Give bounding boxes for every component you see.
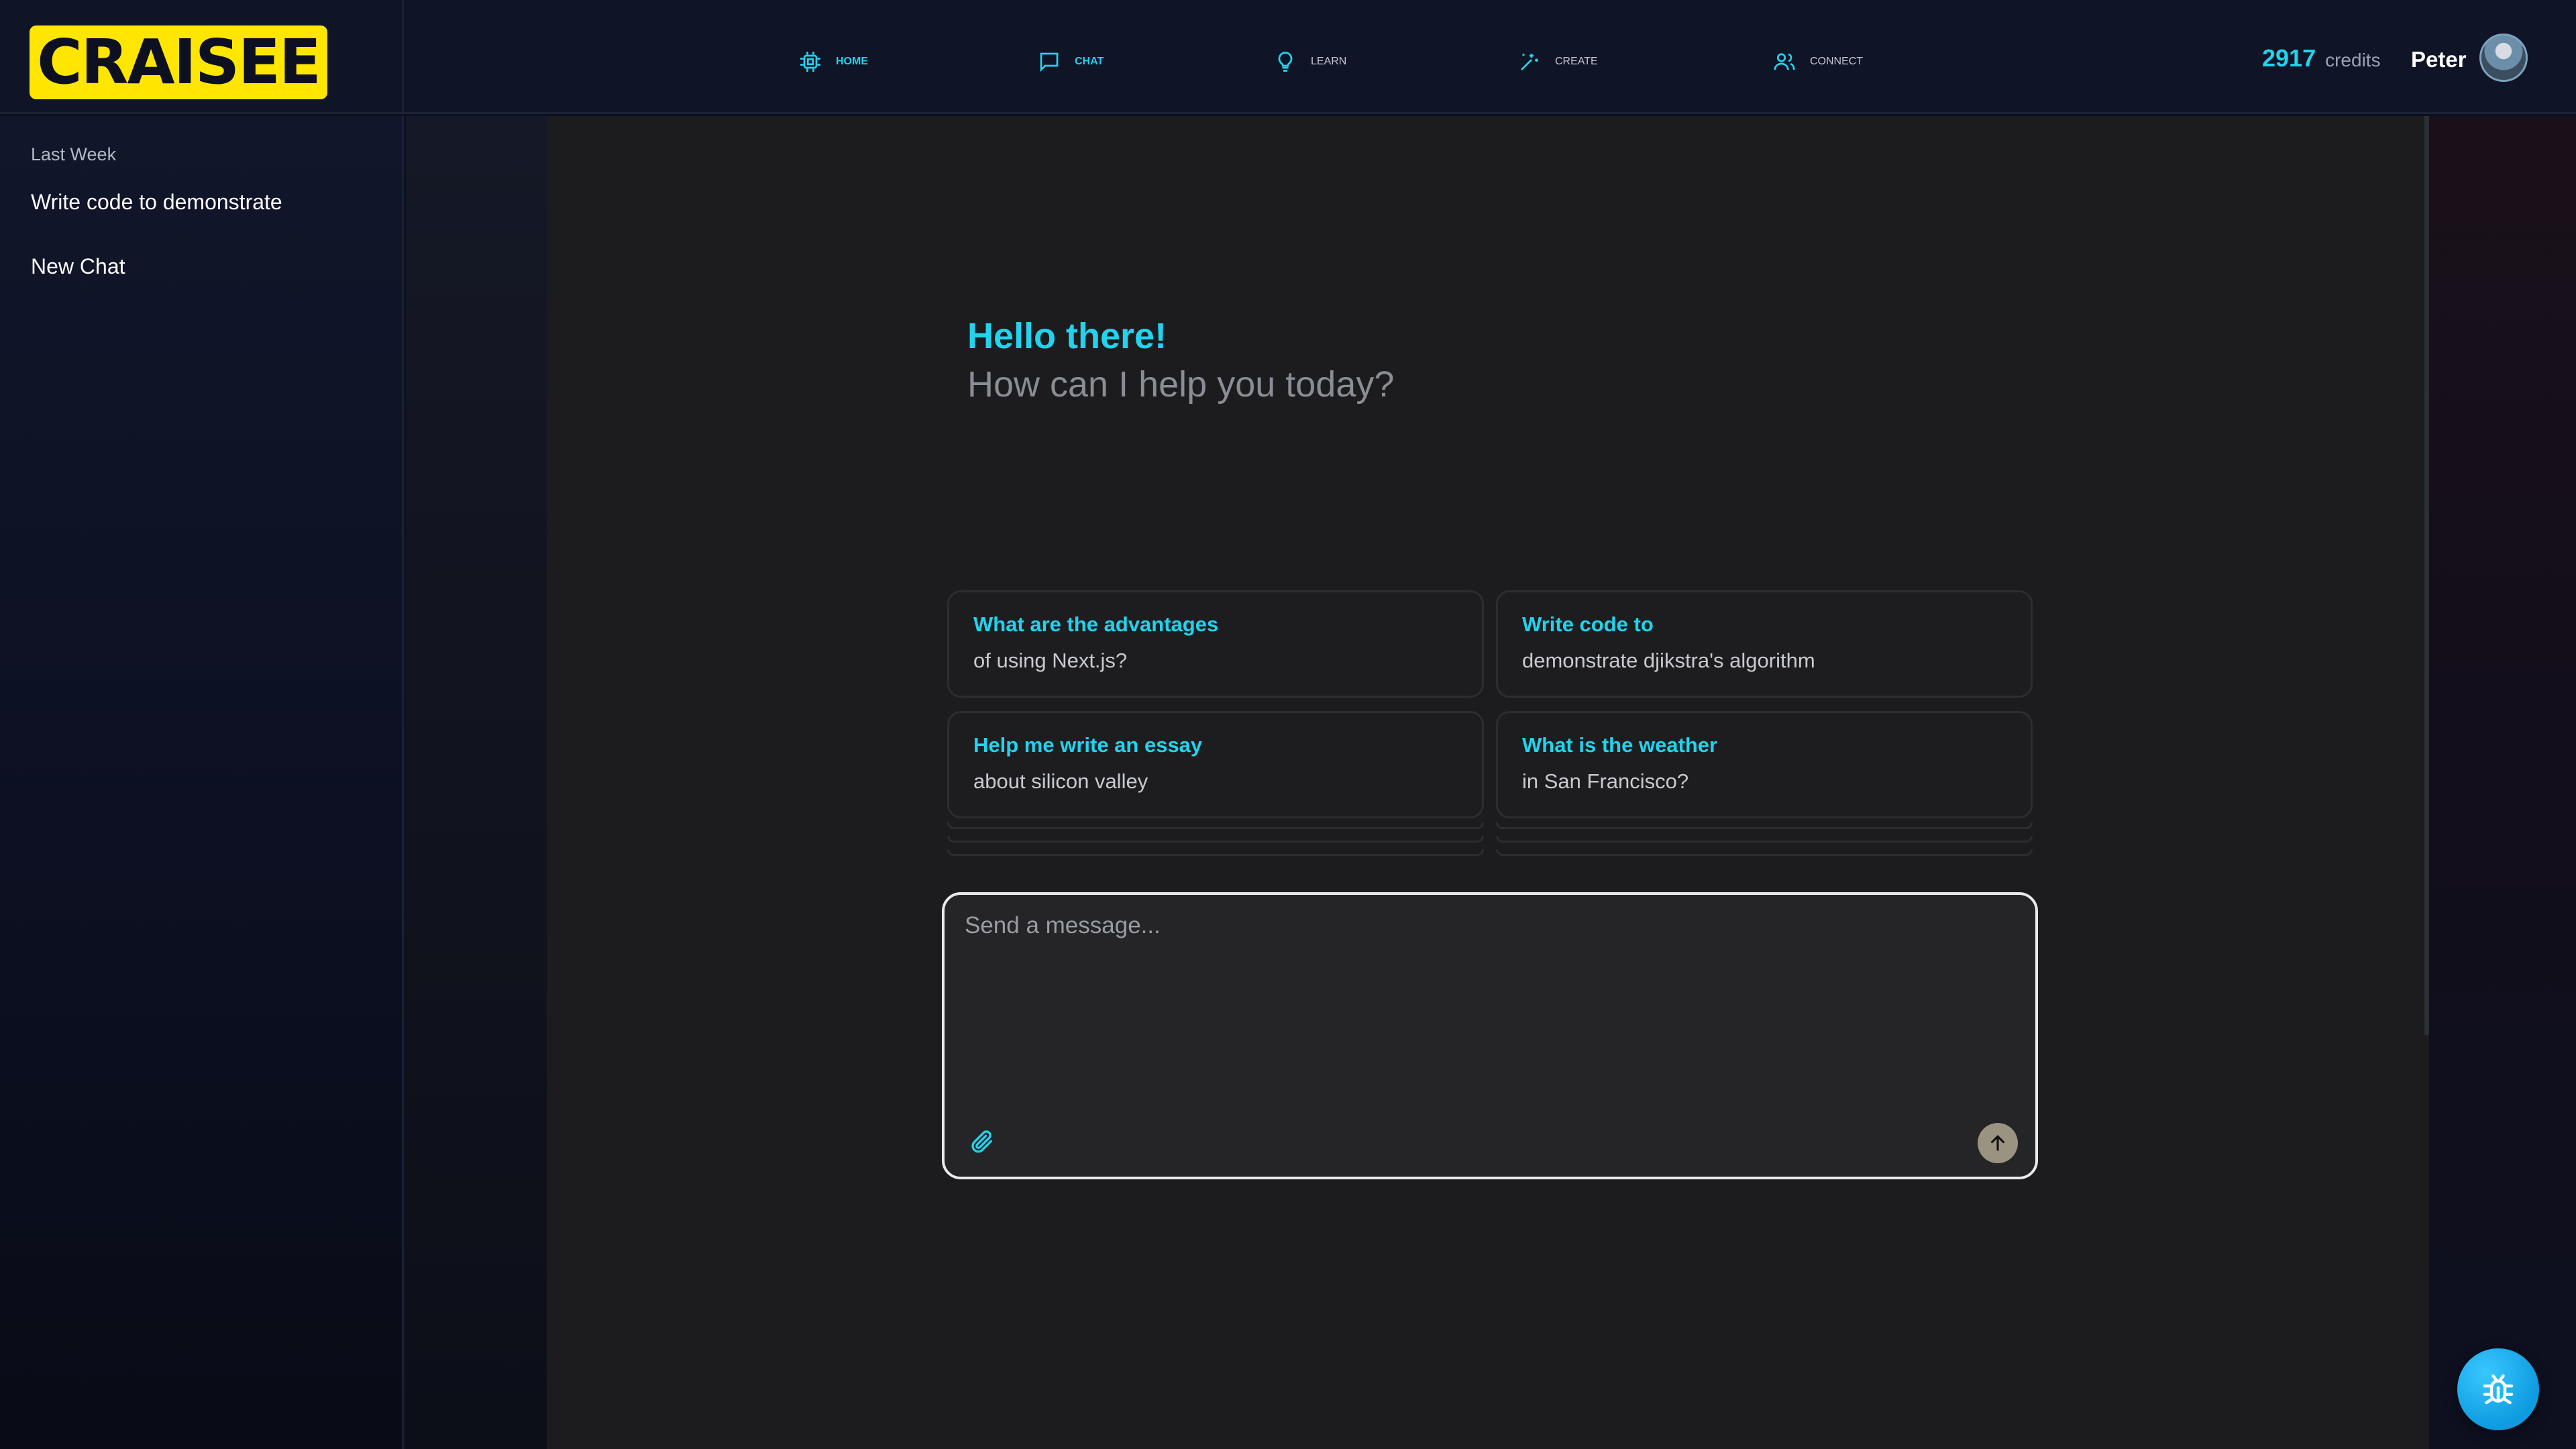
credits-label: credits	[2325, 50, 2381, 70]
bug-icon	[2483, 1374, 2514, 1405]
nav-create-label: CREATE	[1555, 56, 1598, 67]
suggestion-stack-shadow	[947, 849, 1484, 856]
message-composer	[942, 892, 2038, 1179]
sparkle-wand-icon	[1521, 54, 1538, 70]
sidebar-gutter	[406, 116, 547, 1449]
suggestion-subtitle: of using Next.js?	[973, 649, 1128, 672]
suggestion-title: What are the advantages	[973, 612, 1219, 636]
suggestion-stack-shadow	[1496, 822, 2033, 829]
chat-main-area	[547, 116, 2429, 1449]
suggestion-title: What is the weather	[1522, 733, 1718, 757]
suggestion-stack-shadow	[1496, 849, 2033, 856]
nav-learn-label: LEARN	[1311, 56, 1347, 67]
user-name[interactable]: Peter	[2411, 47, 2467, 72]
user-avatar[interactable]	[2479, 34, 2528, 82]
greeting-subtitle: How can I help you today?	[967, 364, 1395, 405]
suggestion-subtitle: demonstrate djikstra's algorithm	[1522, 649, 1815, 672]
suggestion-subtitle: in San Francisco?	[1522, 769, 1689, 793]
suggestion-card[interactable]: Help me write an essay about silicon val…	[947, 711, 1484, 818]
brand-logo[interactable]: CRAISEE	[30, 25, 327, 99]
app-root: CRAISEE HOME CHAT LEARN CREATE CONNECT 2…	[0, 0, 2576, 1449]
history-item[interactable]: Write code to demonstrate	[31, 190, 282, 215]
suggestion-card[interactable]: What is the weather in San Francisco?	[1496, 711, 2033, 818]
top-header: CRAISEE HOME CHAT LEARN CREATE CONNECT 2…	[0, 0, 2576, 114]
credits-value: 2917	[2262, 44, 2316, 72]
suggestion-stack-shadow	[1496, 836, 2033, 843]
lightbulb-icon	[1278, 52, 1293, 72]
users-icon	[1774, 53, 1795, 70]
send-button[interactable]	[1978, 1123, 2018, 1163]
suggestion-stack-shadow	[947, 836, 1484, 843]
suggestion-stack-shadow	[947, 822, 1484, 829]
logo-area: CRAISEE	[0, 0, 404, 114]
suggestion-card[interactable]: Write code to demonstrate djikstra's alg…	[1496, 590, 2033, 698]
nav-connect[interactable]: CONNECT	[1772, 47, 1863, 76]
suggestion-title: Write code to	[1522, 612, 1654, 636]
greeting-title: Hello there!	[967, 316, 1167, 356]
history-item-new-chat[interactable]: New Chat	[31, 254, 125, 279]
message-input[interactable]	[965, 912, 2011, 1087]
chat-bubble-icon	[1040, 52, 1059, 72]
arrow-up-icon	[1990, 1134, 2005, 1151]
nav-home[interactable]: HOME	[798, 47, 868, 76]
nav-home-label: HOME	[836, 56, 868, 67]
chat-history-sidebar: Last Week Write code to demonstrate New …	[0, 116, 404, 1449]
history-section-label: Last Week	[31, 144, 117, 164]
cpu-icon	[800, 52, 820, 72]
suggestion-subtitle: about silicon valley	[973, 769, 1148, 793]
nav-learn[interactable]: LEARN	[1273, 47, 1346, 76]
suggestion-card[interactable]: What are the advantages of using Next.js…	[947, 590, 1484, 698]
bug-report-button[interactable]	[2457, 1348, 2539, 1430]
nav-create[interactable]: CREATE	[1517, 47, 1598, 76]
suggestion-title: Help me write an essay	[973, 733, 1203, 757]
nav-chat[interactable]: CHAT	[1037, 47, 1104, 76]
paperclip-icon[interactable]	[969, 1128, 996, 1155]
nav-connect-label: CONNECT	[1810, 56, 1864, 67]
right-edge-panel	[2429, 116, 2576, 1449]
nav-chat-label: CHAT	[1075, 56, 1104, 67]
credits-display: 2917 credits	[2262, 44, 2381, 72]
